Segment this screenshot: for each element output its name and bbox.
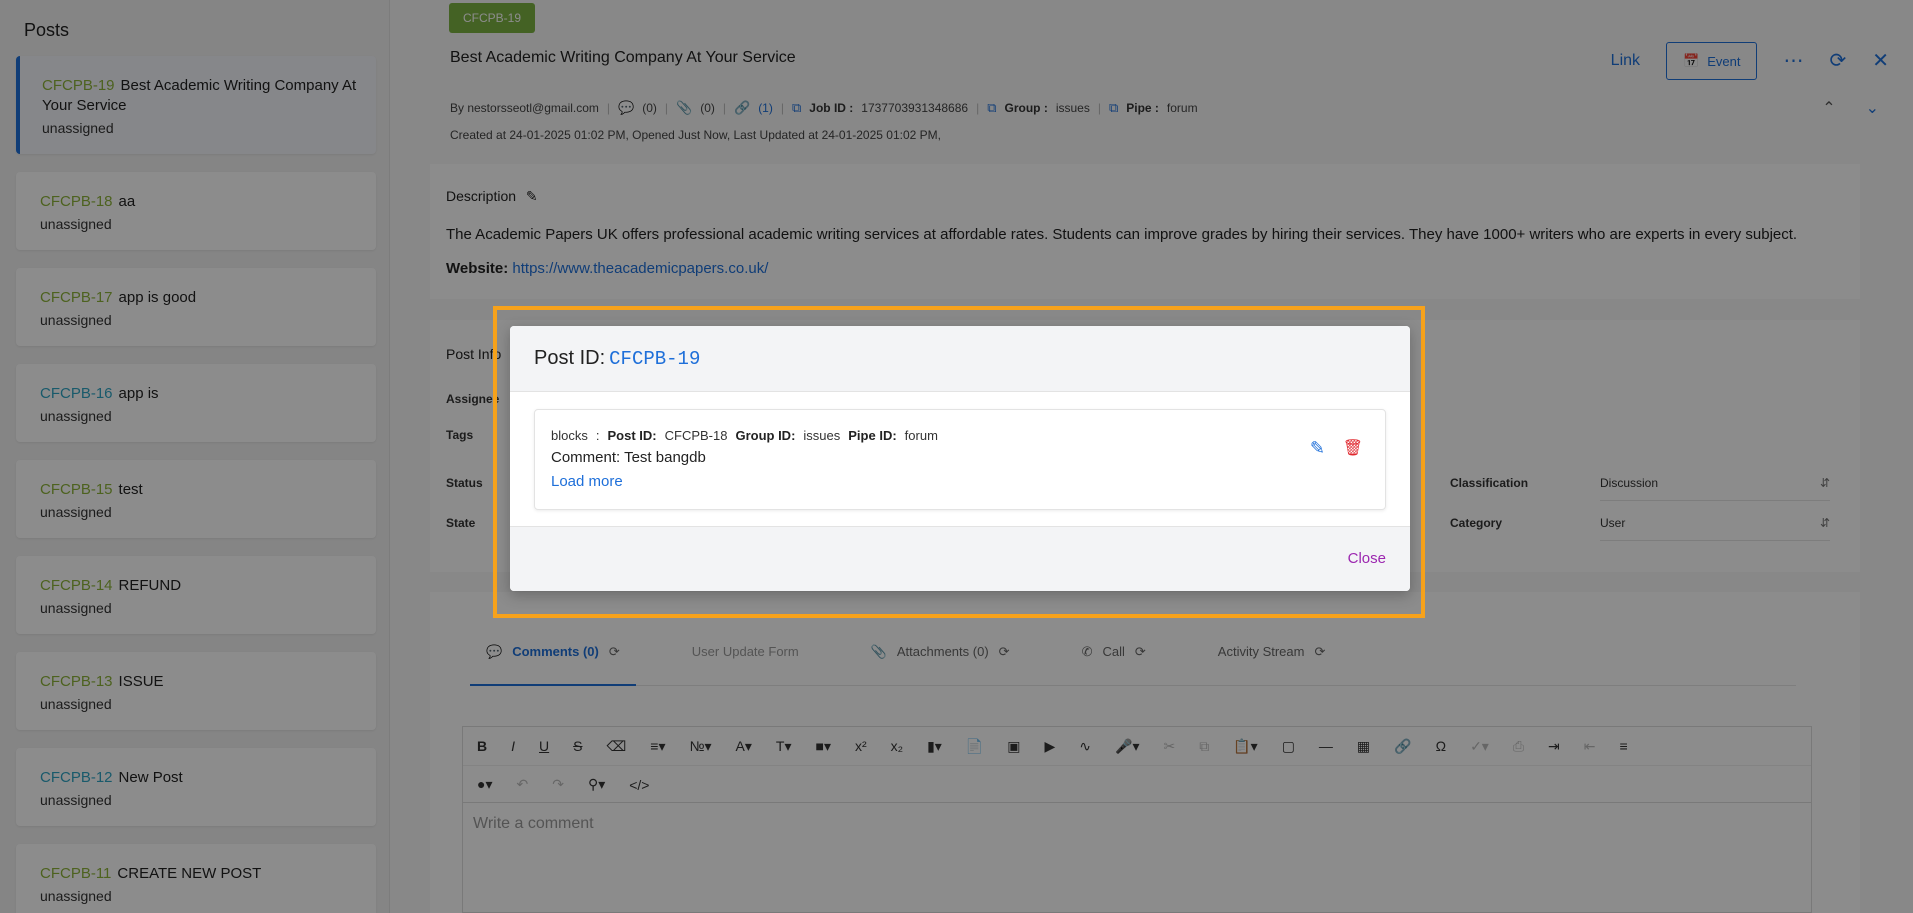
modal-body: blocks : Post ID: CFCPB-18 Group ID: iss… xyxy=(510,392,1410,526)
link-details: blocks : Post ID: CFCPB-18 Group ID: iss… xyxy=(551,428,938,443)
pipe-id-label: Pipe ID: xyxy=(848,428,897,443)
modal-title: Post ID: CFCPB-19 xyxy=(534,347,701,370)
group-id-label: Group ID: xyxy=(735,428,796,443)
pipe-id-value: forum xyxy=(904,428,938,443)
link-comment: Comment: Test bangdb xyxy=(551,449,706,466)
trash-icon[interactable]: 🗑 xyxy=(1343,438,1363,458)
post-id-label: Post ID: xyxy=(607,428,657,443)
linked-posts-modal: Post ID: CFCPB-19 blocks : Post ID: CFCPB… xyxy=(510,326,1410,591)
modal-post-id: CFCPB-19 xyxy=(609,348,701,370)
load-more-link[interactable]: Load more xyxy=(551,473,623,490)
group-id-value: issues xyxy=(803,428,841,443)
link-relation: blocks xyxy=(551,428,588,443)
modal-footer: Close xyxy=(510,526,1410,591)
close-button[interactable]: Close xyxy=(1348,550,1386,567)
modal-header: Post ID: CFCPB-19 xyxy=(510,326,1410,392)
linked-post-card: blocks : Post ID: CFCPB-18 Group ID: iss… xyxy=(534,409,1386,510)
pencil-icon[interactable]: ✎ xyxy=(1310,438,1325,459)
linked-post-id: CFCPB-18 xyxy=(664,428,728,443)
